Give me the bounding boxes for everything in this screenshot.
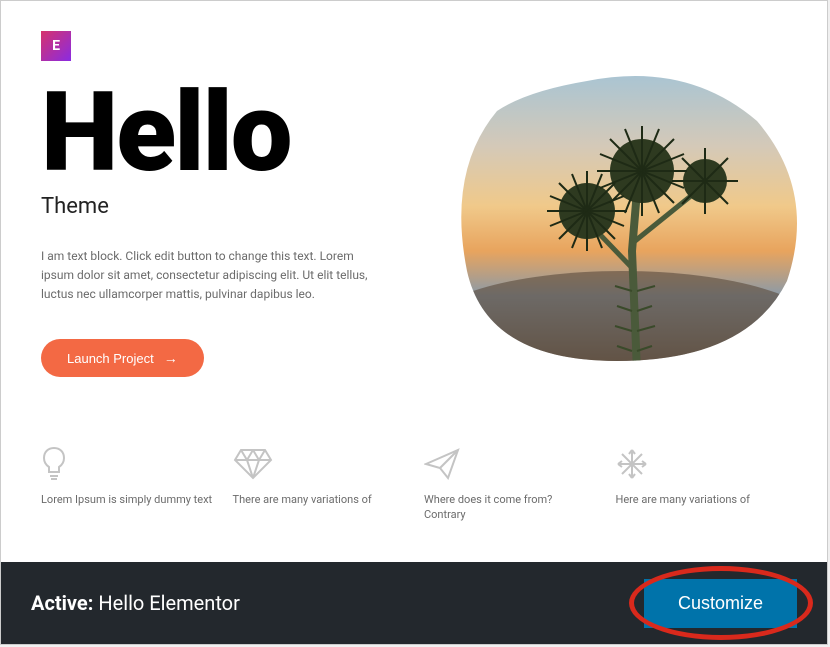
snowflake-icon (616, 446, 788, 482)
hero-left: Hello Theme I am text block. Click edit … (41, 81, 411, 377)
feature-item: Where does it come from? Contrary (424, 446, 596, 523)
feature-item: Here are many variations of (616, 446, 788, 523)
theme-name: Hello Elementor (98, 591, 240, 615)
active-theme-label: Active: Hello Elementor (31, 591, 240, 615)
customize-button[interactable]: Customize (644, 579, 797, 628)
hero-title: Hello (41, 81, 411, 186)
feature-text: Here are many variations of (616, 492, 788, 507)
hero-description: I am text block. Click edit button to ch… (41, 247, 371, 305)
diamond-icon (233, 446, 405, 482)
paper-plane-icon (424, 446, 596, 482)
feature-text: Where does it come from? Contrary (424, 492, 596, 523)
theme-preview: E Hello Theme I am text block. Click edi… (1, 1, 827, 534)
hero-section: Hello Theme I am text block. Click edit … (41, 81, 787, 391)
feature-item: There are many variations of (233, 446, 405, 523)
logo-letter: E (52, 38, 60, 54)
theme-card: E Hello Theme I am text block. Click edi… (0, 0, 828, 645)
feature-text: Lorem Ipsum is simply dummy text (41, 492, 213, 507)
feature-text: There are many variations of (233, 492, 405, 507)
features-row: Lorem Ipsum is simply dummy text T (41, 446, 787, 523)
theme-footer-bar: Active: Hello Elementor Customize (1, 562, 827, 644)
feature-item: Lorem Ipsum is simply dummy text (41, 446, 213, 523)
hero-blob-image (437, 71, 807, 371)
arrow-right-icon: → (164, 350, 178, 366)
elementor-logo: E (41, 31, 71, 61)
hero-image (441, 81, 787, 391)
bulb-icon (41, 446, 213, 482)
launch-project-button[interactable]: Launch Project → (41, 339, 204, 377)
active-label: Active: (31, 591, 93, 615)
launch-button-label: Launch Project (67, 351, 154, 366)
hero-subtitle: Theme (41, 194, 411, 219)
